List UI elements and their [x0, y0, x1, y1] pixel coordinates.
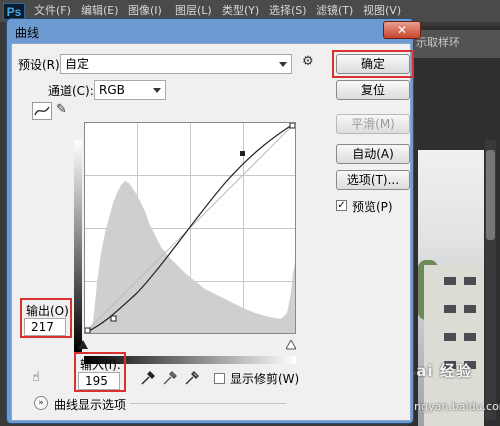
dialog-title: 曲线: [15, 26, 40, 40]
curve-point: [240, 151, 245, 156]
histogram-and-curve: [85, 123, 295, 333]
chevron-down-icon: [153, 88, 161, 93]
window-shape: [444, 333, 456, 341]
watermark-brand: Bai 经验: [404, 362, 472, 380]
preview-label: 预览(P): [352, 200, 393, 214]
window-shape: [444, 277, 456, 285]
close-button[interactable]: ✕: [383, 21, 421, 39]
white-point-slider[interactable]: [286, 340, 296, 350]
curve-options-label[interactable]: 曲线显示选项: [54, 396, 126, 413]
dialog-body: 预设(R): 自定 ⚙ 通道(C): RGB ✎ 输出(O): 217 输入(I…: [11, 43, 414, 421]
output-highlight-box: [20, 298, 72, 338]
histogram-shape: [85, 181, 295, 333]
preset-label: 预设(R):: [18, 58, 64, 72]
window-shape: [444, 305, 456, 313]
preview-checkbox[interactable]: ✓: [336, 200, 347, 211]
input-highlight-box: [74, 352, 126, 392]
curve-point-tool[interactable]: [32, 102, 52, 120]
gear-icon[interactable]: ⚙: [302, 54, 314, 69]
white-eyedropper-icon[interactable]: [184, 370, 200, 386]
curve-point: [110, 315, 117, 322]
smooth-button[interactable]: 平滑(M): [336, 114, 410, 134]
channel-label: 通道(C):: [48, 84, 94, 98]
curve-point: [85, 327, 91, 333]
window-shape: [464, 277, 476, 285]
curve-graph[interactable]: [84, 122, 296, 334]
show-clipping-checkbox[interactable]: [214, 373, 225, 384]
ok-highlight-box: [332, 50, 414, 78]
window-shape: [464, 333, 476, 341]
chevron-down-icon: [279, 62, 287, 67]
target-adjust-icon[interactable]: ☝: [32, 370, 40, 385]
output-gradient-bar: [74, 140, 82, 352]
pencil-icon[interactable]: ✎: [56, 102, 67, 117]
reset-button[interactable]: 复位: [336, 80, 410, 100]
preset-value: 自定: [65, 57, 90, 71]
toolbar-hint: 示取样环: [416, 36, 460, 49]
black-eyedropper-icon[interactable]: [140, 370, 156, 386]
auto-button[interactable]: 自动(A): [336, 144, 410, 164]
curves-dialog: 曲线 ✕ 预设(R): 自定 ⚙ 通道(C): RGB ✎ 输出(O): 217…: [6, 18, 421, 424]
window-shape: [464, 305, 476, 313]
watermark-url: jingyan.baidu.com: [408, 400, 500, 413]
black-point-slider[interactable]: [78, 340, 88, 350]
curve-point: [289, 123, 295, 129]
preset-select[interactable]: 自定: [60, 54, 292, 74]
gray-eyedropper-icon[interactable]: [162, 370, 178, 386]
channel-value: RGB: [99, 83, 125, 97]
channel-select[interactable]: RGB: [94, 80, 166, 100]
section-divider: [130, 403, 286, 404]
show-clipping-label: 显示修剪(W): [230, 372, 300, 386]
expand-chevron-icon[interactable]: »: [34, 396, 48, 410]
scrollbar-thumb[interactable]: [486, 150, 495, 240]
options-button[interactable]: 选项(T)...: [336, 170, 410, 190]
curve-icon: [34, 106, 50, 116]
